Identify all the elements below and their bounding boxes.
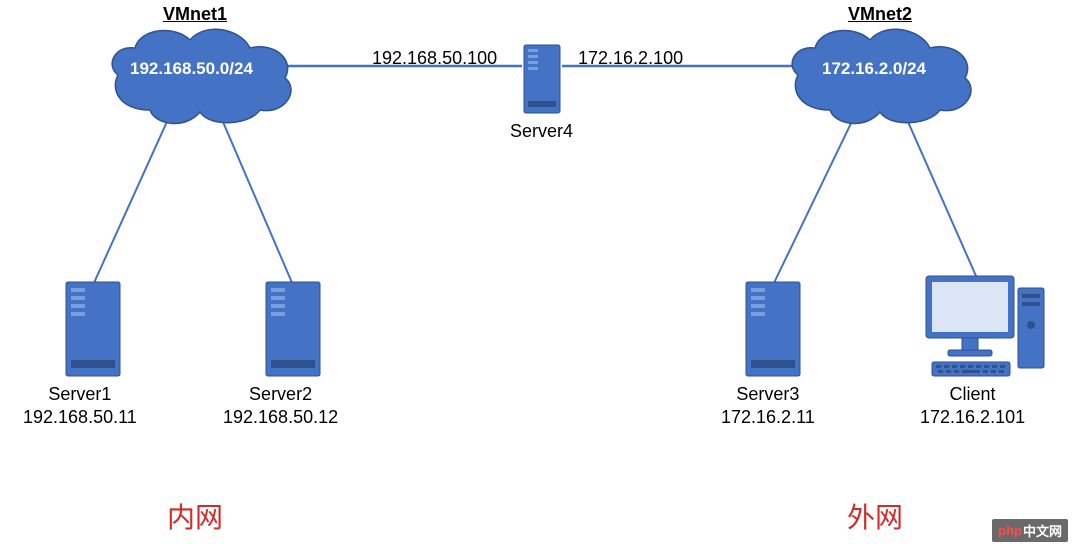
server1-ip: 192.168.50.11 xyxy=(23,407,137,427)
server3-icon xyxy=(744,280,802,383)
server1-label: Server1 192.168.50.11 xyxy=(23,383,137,428)
watermark-suffix: 中文网 xyxy=(1023,521,1062,540)
watermark-brand: php xyxy=(998,523,1022,538)
server2-label: Server2 192.168.50.12 xyxy=(223,383,338,428)
vmnet2-title: VMnet2 xyxy=(848,3,912,26)
server4-icon xyxy=(522,43,562,120)
zone-inner: 内网 xyxy=(167,500,223,535)
vmnet1-title: VMnet1 xyxy=(163,3,227,26)
server2-ip: 192.168.50.12 xyxy=(223,407,338,427)
watermark-badge: php 中文网 xyxy=(992,519,1068,542)
server1-name: Server1 xyxy=(48,384,111,404)
server3-ip: 172.16.2.11 xyxy=(721,407,815,427)
server1-icon xyxy=(64,280,122,383)
server2-name: Server2 xyxy=(249,384,312,404)
server4-ip-right: 172.16.2.100 xyxy=(578,47,683,70)
server4-name: Server4 xyxy=(510,120,573,143)
client-icon xyxy=(920,270,1050,385)
server3-name: Server3 xyxy=(736,384,799,404)
client-ip: 172.16.2.101 xyxy=(920,407,1025,427)
vmnet2-subnet: 172.16.2.0/24 xyxy=(822,58,926,79)
server3-label: Server3 172.16.2.11 xyxy=(721,383,815,428)
server2-icon xyxy=(264,280,322,383)
zone-outer: 外网 xyxy=(847,500,903,535)
server4-ip-left: 192.168.50.100 xyxy=(372,47,497,70)
client-name: Client xyxy=(950,384,996,404)
vmnet1-subnet: 192.168.50.0/24 xyxy=(130,58,253,79)
client-label: Client 172.16.2.101 xyxy=(920,383,1025,428)
